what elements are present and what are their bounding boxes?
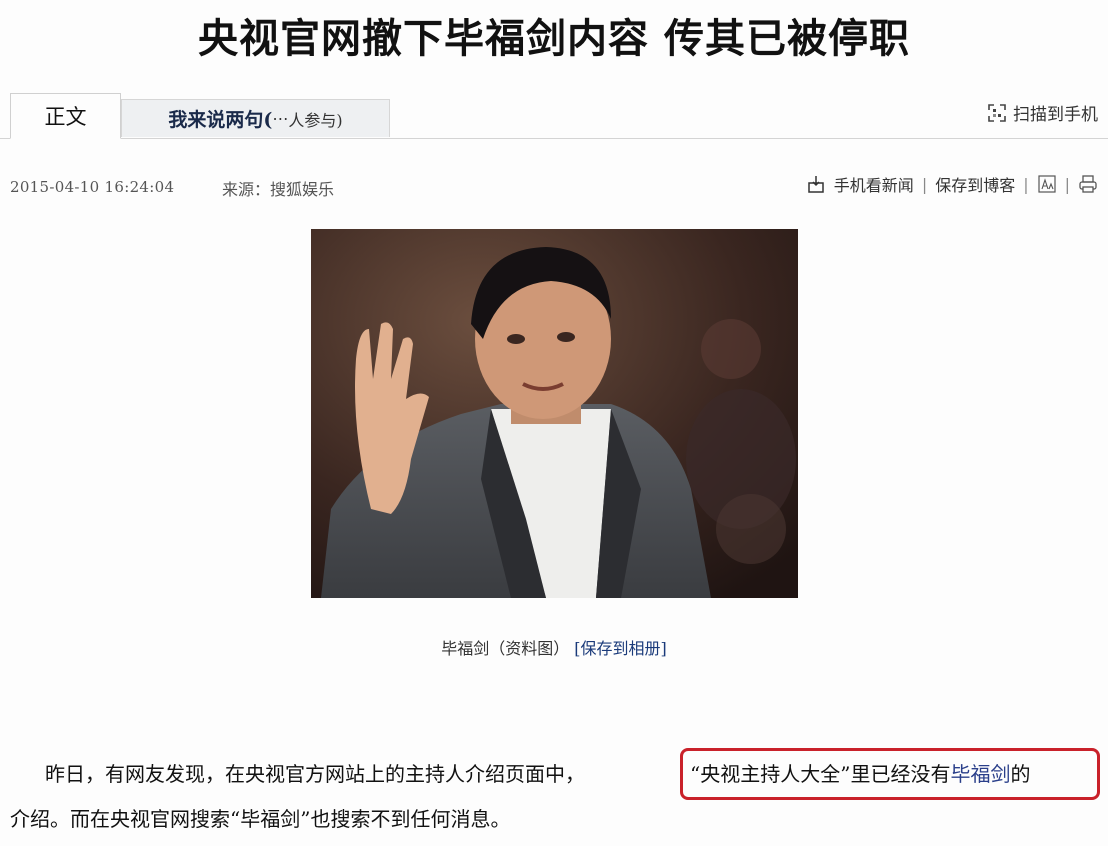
print-icon[interactable] — [1078, 174, 1098, 194]
loading-icon: ⋯ — [272, 109, 289, 128]
tab-bar: 正文 我来说两句(⋯ 人参与) — [0, 93, 1108, 139]
tab-comments[interactable]: 我来说两句(⋯ 人参与) — [121, 99, 390, 137]
paragraph-line-2: 介绍。而在央视官网搜索“毕福剑”也搜索不到任何消息。 — [10, 807, 511, 831]
font-size-icon[interactable] — [1037, 174, 1057, 194]
caption-text: 毕福剑（资料图） — [441, 639, 570, 658]
paragraph-line-1: 昨日，有网友发现，在央视官方网站上的主持人介绍页面中， — [45, 762, 585, 786]
scan-to-phone-label: 扫描到手机 — [1013, 105, 1098, 125]
highlight-part-a: “央视主持人大全”里已经没有 — [690, 762, 951, 786]
article-photo — [311, 229, 798, 598]
article-meta: 2015-04-10 16:24:04 来源：搜狐娱乐 手机看新闻 | 保存到博… — [10, 172, 1098, 202]
tab-comments-suffix: 人参与) — [288, 110, 343, 130]
publish-date: 2015-04-10 16:24:04 — [10, 178, 175, 196]
mobile-news-link[interactable]: 手机看新闻 — [834, 172, 914, 196]
article-source: 来源：搜狐娱乐 — [222, 180, 335, 199]
highlight-part-b: 的 — [1010, 762, 1031, 786]
save-album-link[interactable]: [保存到相册] — [574, 639, 667, 658]
mobile-icon — [808, 176, 824, 193]
article-headline: 央视官网撤下毕福剑内容 传其已被停职 — [198, 15, 910, 62]
qr-scan-icon — [988, 103, 1006, 122]
divider: | — [921, 174, 928, 194]
highlighted-text: “央视主持人大全”里已经没有毕福剑的 — [690, 758, 1030, 787]
tab-comments-label: 我来说两句( — [168, 109, 273, 131]
tab-main-label: 正文 — [44, 105, 87, 129]
article-page: 央视官网撤下毕福剑内容 传其已被停职 正文 我来说两句(⋯ 人参与) 扫描到手机 … — [0, 0, 1108, 846]
divider: | — [1023, 174, 1029, 194]
divider: | — [1064, 174, 1070, 194]
tab-main-text[interactable]: 正文 — [10, 93, 121, 139]
save-blog-link[interactable]: 保存到博客 — [935, 172, 1015, 196]
image-caption: 毕福剑（资料图） [保存到相册] — [0, 635, 1108, 659]
person-link[interactable]: 毕福剑 — [950, 762, 1010, 786]
host-photo-illustration — [311, 229, 798, 598]
scan-to-phone-link[interactable]: 扫描到手机 — [987, 100, 1098, 125]
article-tools: 手机看新闻 | 保存到博客 | | — [806, 172, 1098, 196]
